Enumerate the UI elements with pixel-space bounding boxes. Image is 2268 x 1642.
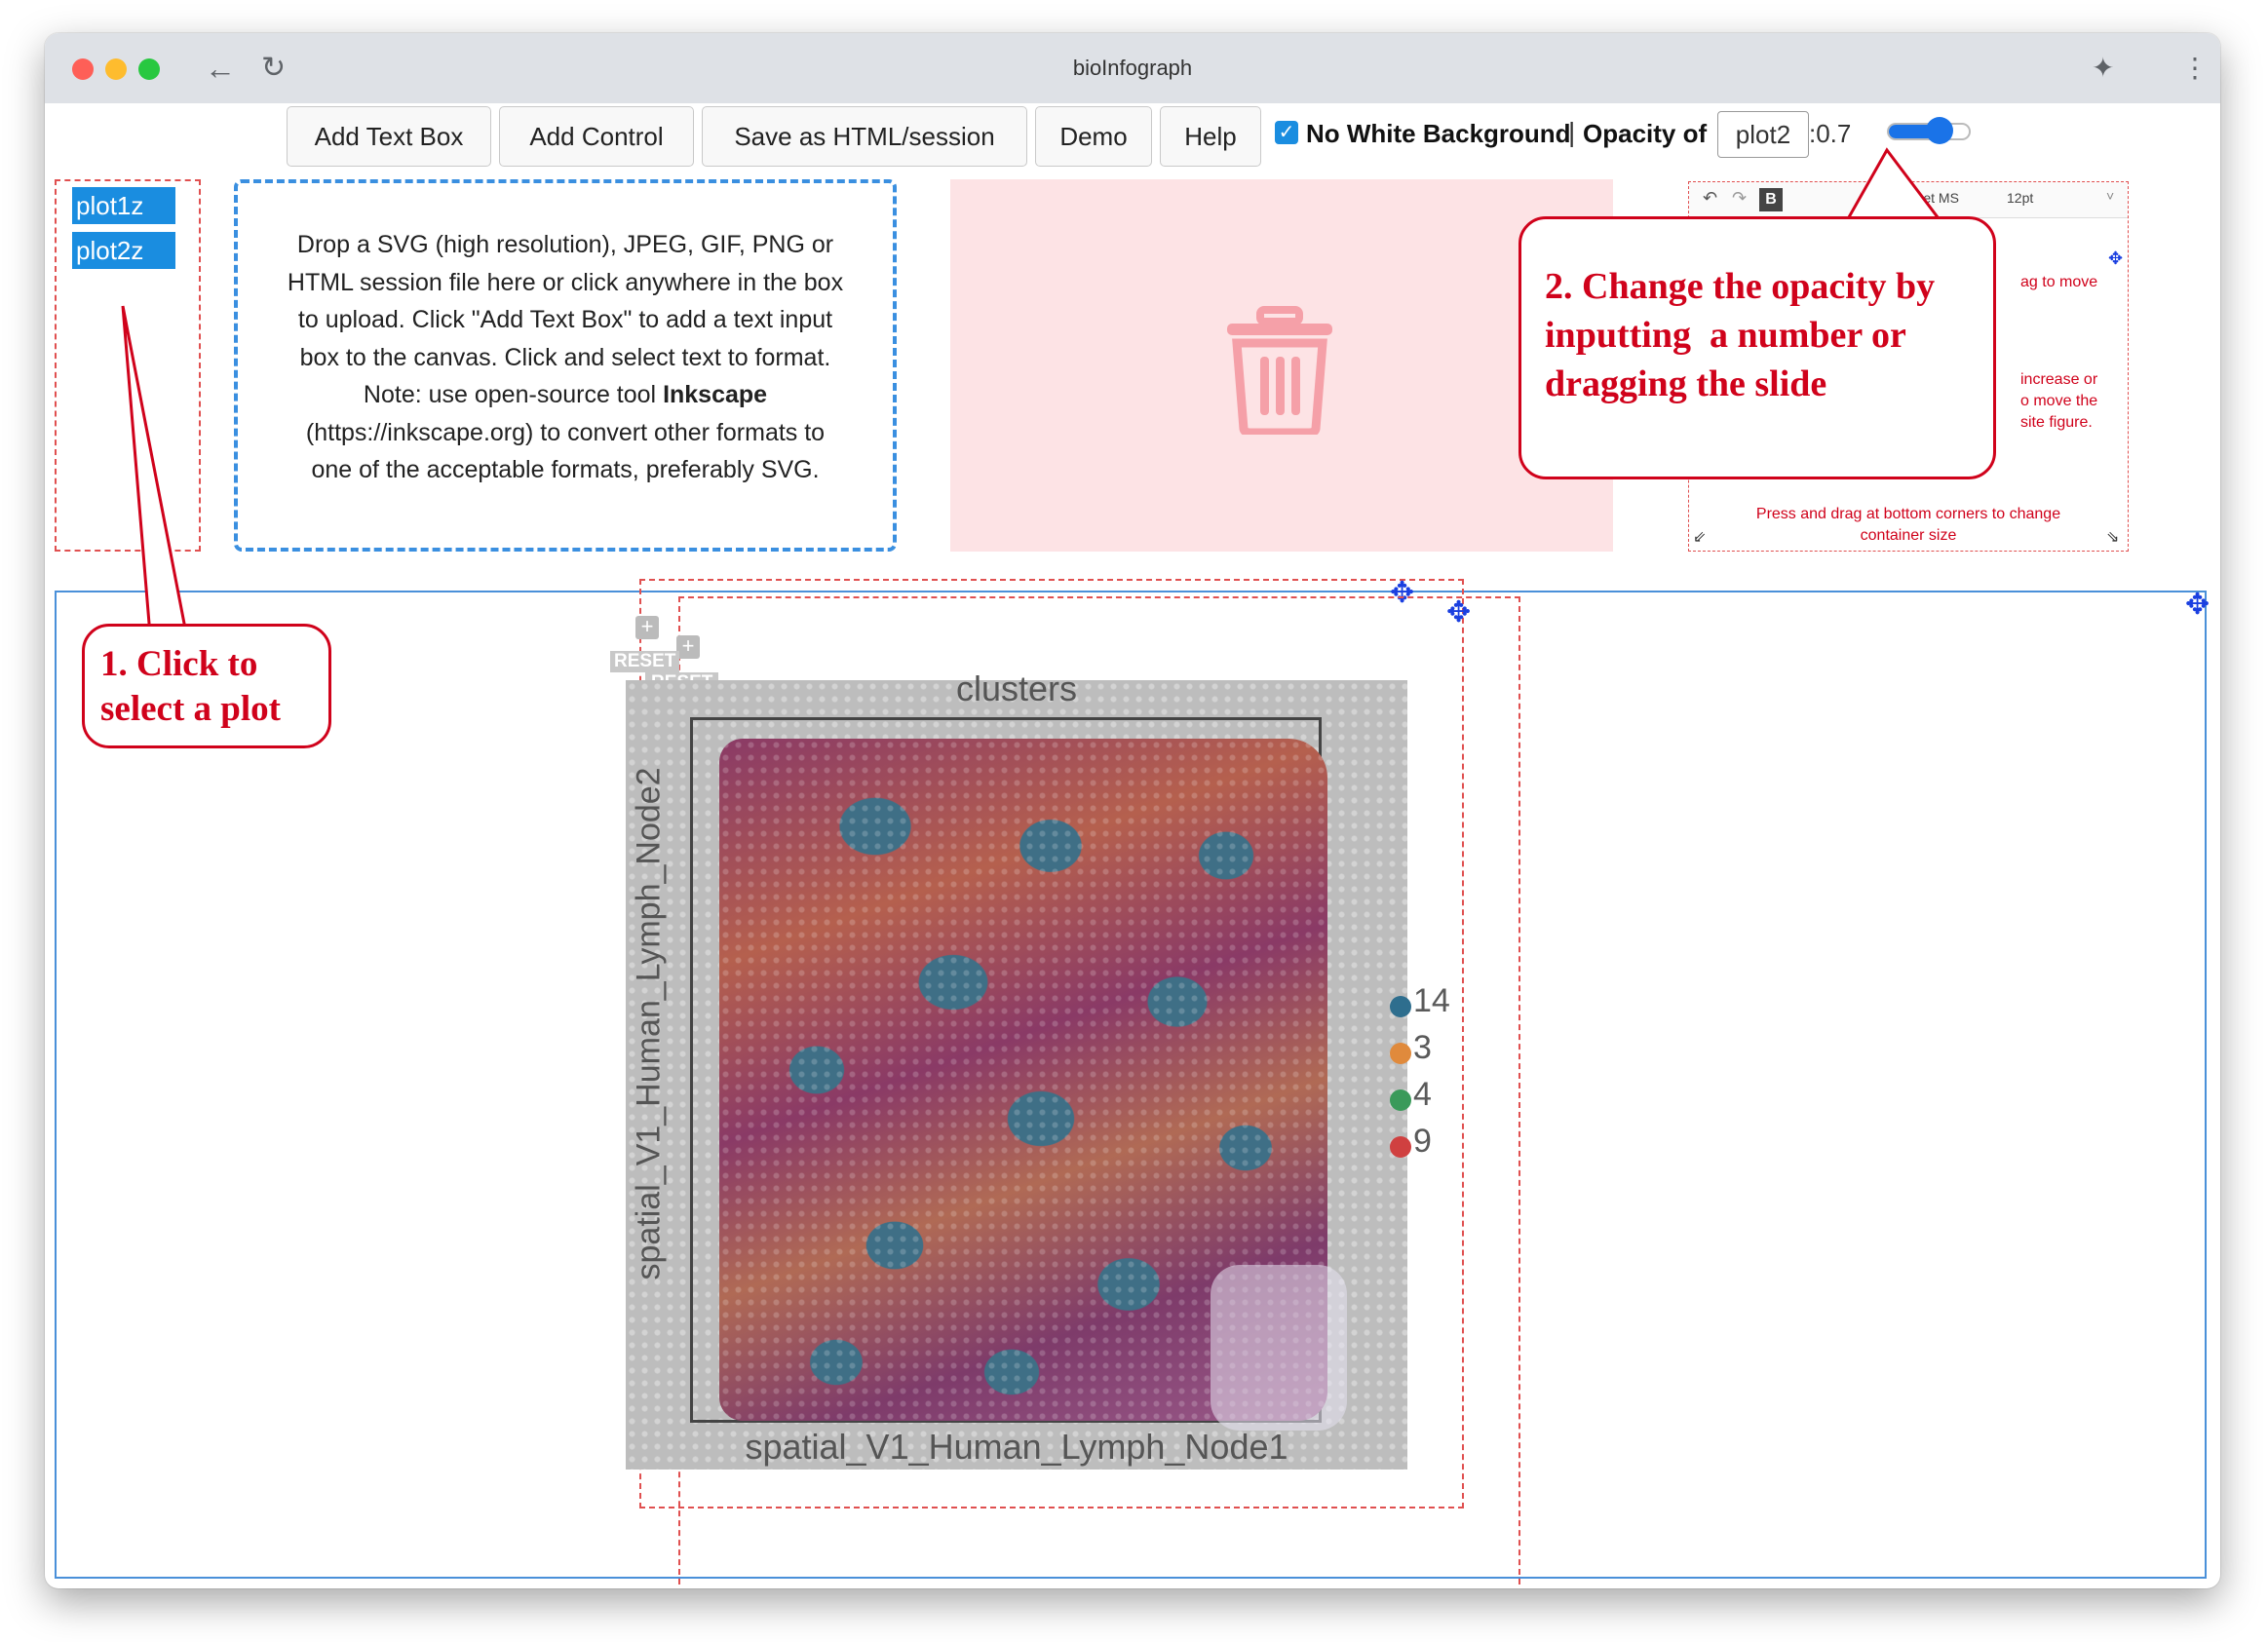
legend-label: 14	[1413, 982, 1450, 1019]
toolbar-separator: |	[1568, 117, 1576, 147]
canvas-move-handle-icon[interactable]: ✥	[2185, 591, 2210, 620]
tissue-pale-region	[1211, 1265, 1347, 1431]
trash-dropzone[interactable]	[950, 179, 1613, 552]
plot-list-item[interactable]: plot1z	[72, 187, 175, 224]
preview-text: increase or	[2020, 371, 2098, 388]
dropzone-text: (https://inkscape.org) to convert other …	[305, 418, 826, 446]
resize-corner-icon[interactable]: ⇙	[1693, 527, 1706, 547]
demo-button[interactable]: Demo	[1035, 106, 1152, 167]
dropzone-text: Note: use open-source tool Inkscape	[363, 381, 768, 408]
title-bar: ← ↻ bioInfograph ✦ ⋮	[45, 33, 2220, 103]
legend-label: 3	[1413, 1029, 1432, 1066]
legend-label: 9	[1413, 1123, 1432, 1160]
preview-text: Press and drag at bottom corners to chan…	[1755, 506, 2061, 522]
legend-swatch	[1390, 1089, 1411, 1111]
callout-opacity: 2. Change the opacity by inputting a num…	[1518, 216, 1996, 479]
dropzone-text: box to the canvas. Click and select text…	[299, 343, 831, 371]
callout-text: dragging the slide	[1545, 363, 1827, 404]
preview-text: container size	[1860, 527, 1957, 544]
extensions-icon[interactable]: ✦	[2092, 53, 2114, 84]
chevron-down-icon: ˅	[2106, 188, 2115, 204]
inkscape-link-text: Inkscape	[663, 381, 768, 408]
preview-text: ag to move	[2020, 274, 2098, 290]
add-control-button[interactable]: Add Control	[499, 106, 694, 167]
browser-window: ← ↻ bioInfograph ✦ ⋮ Add Text Box Add Co…	[45, 33, 2220, 1588]
preview-text: site figure.	[2020, 414, 2093, 431]
zoom-in-icon[interactable]: +	[635, 616, 659, 639]
dropzone-text: HTML session file here or click anywhere…	[287, 268, 844, 296]
upload-dropzone[interactable]: Drop a SVG (high resolution), JPEG, GIF,…	[234, 179, 897, 552]
callout-text: inputting a number or	[1545, 315, 1906, 356]
x-axis-label: spatial_V1_Human_Lymph_Node1	[745, 1427, 1288, 1467]
preview-text: o move the	[2020, 393, 2098, 409]
callout-text: 1. Click to	[100, 644, 258, 684]
callout-select-plot: 1. Click to select a plot	[82, 624, 331, 748]
callout-text: select a plot	[100, 689, 281, 729]
opacity-slider[interactable]	[1887, 117, 1971, 144]
callout-pointer	[121, 305, 193, 661]
callout-text: 2. Change the opacity by	[1545, 266, 1936, 307]
resize-corner-icon[interactable]: ⇘	[2106, 527, 2119, 547]
plot-list-item[interactable]: plot2z	[72, 232, 175, 269]
opacity-slider-thumb[interactable]	[1925, 117, 1953, 144]
move-handle-icon[interactable]: ✥	[2108, 248, 2123, 269]
dropzone-text: one of the acceptable formats, preferabl…	[311, 456, 820, 483]
bold-button[interactable]: B	[1759, 188, 1783, 211]
redo-icon[interactable]: ↷	[1732, 188, 1747, 209]
legend-swatch	[1390, 1136, 1411, 1158]
zoom-in-icon[interactable]: +	[676, 635, 700, 659]
opacity-value: :0.7	[1809, 119, 1852, 148]
plot2-move-handle-icon[interactable]: ✥	[1446, 598, 1471, 628]
window-title: bioInfograph	[1072, 56, 1193, 80]
plot-image: clusters spatial_V1_Human_Lymph_Node1 sp…	[626, 668, 1450, 1470]
y-axis-label: spatial_V1_Human_Lymph_Node2	[630, 767, 668, 1280]
help-button[interactable]: Help	[1160, 106, 1261, 167]
font-size-select[interactable]: 12pt	[2007, 190, 2033, 206]
legend-swatch	[1390, 996, 1411, 1017]
dropzone-text: Drop a SVG (high resolution), JPEG, GIF,…	[296, 231, 834, 258]
add-text-box-button[interactable]: Add Text Box	[287, 106, 491, 167]
save-html-session-button[interactable]: Save as HTML/session	[702, 106, 1027, 167]
opacity-label: Opacity of	[1583, 119, 1708, 148]
legend-swatch	[1390, 1043, 1411, 1064]
trash-icon	[1227, 306, 1332, 435]
menu-icon[interactable]: ⋮	[2181, 53, 2209, 84]
no-white-background-checkbox[interactable]: ✓	[1275, 121, 1298, 144]
legend-label: 4	[1413, 1076, 1432, 1113]
plot-title: clusters	[955, 668, 1078, 708]
dropzone-text: to upload. Click "Add Text Box" to add a…	[297, 306, 833, 333]
no-white-background-label: No White Background	[1306, 119, 1571, 148]
undo-icon[interactable]: ↶	[1703, 188, 1717, 209]
